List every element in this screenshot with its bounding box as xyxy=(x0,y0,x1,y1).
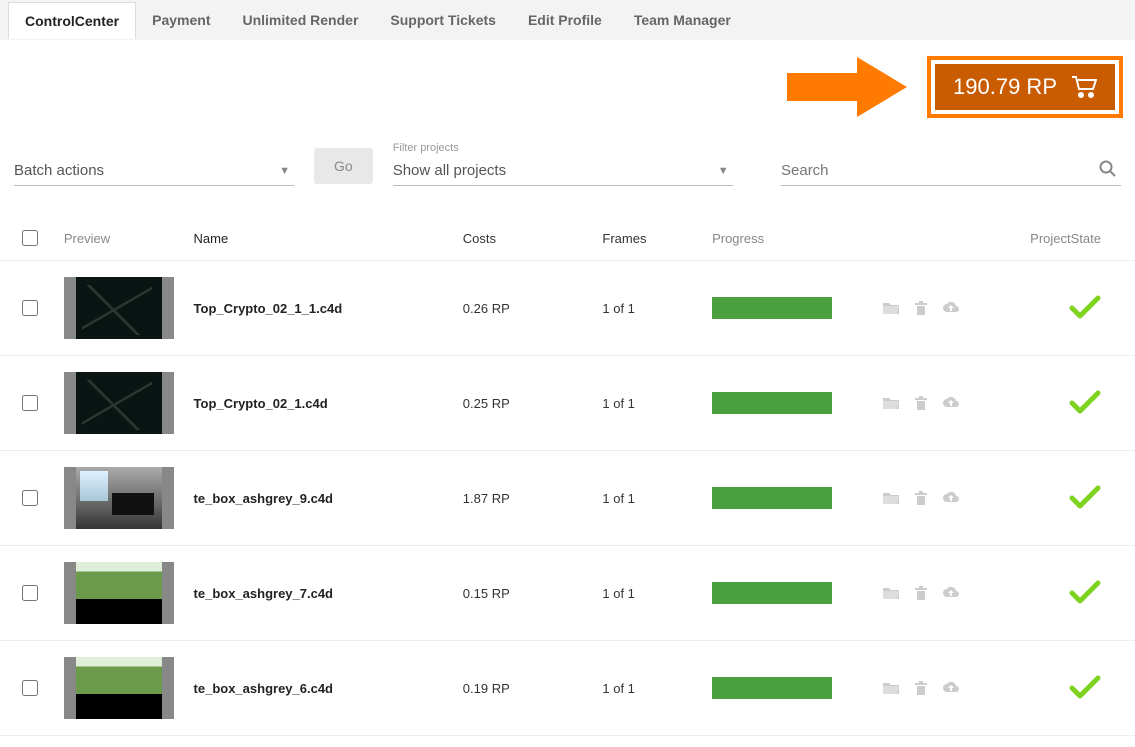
preview-thumbnail[interactable] xyxy=(64,467,174,529)
folder-icon[interactable] xyxy=(882,679,900,697)
row-checkbox[interactable] xyxy=(22,300,38,316)
project-costs: 1.87 RP xyxy=(463,491,603,506)
filter-caption: Filter projects xyxy=(393,142,733,154)
tab-edit-profile[interactable]: Edit Profile xyxy=(512,2,618,38)
folder-icon[interactable] xyxy=(882,584,900,602)
table-row: Top_Crypto_02_1.c4d0.25 RP1 of 1 xyxy=(0,356,1135,451)
project-costs: 0.15 RP xyxy=(463,586,603,601)
progress-bar xyxy=(712,677,832,699)
search-input[interactable] xyxy=(781,156,1121,186)
cloud-upload-icon[interactable] xyxy=(942,584,960,602)
project-state-done xyxy=(1001,389,1121,418)
project-costs: 0.25 RP xyxy=(463,396,603,411)
project-costs: 0.26 RP xyxy=(463,301,603,316)
table-header: Preview Name Costs Frames Progress Proje… xyxy=(0,216,1135,261)
go-button[interactable]: Go xyxy=(314,148,373,184)
progress-bar xyxy=(712,297,832,319)
folder-icon[interactable] xyxy=(882,394,900,412)
trash-icon[interactable] xyxy=(912,299,930,317)
project-frames: 1 of 1 xyxy=(602,681,712,696)
cloud-upload-icon[interactable] xyxy=(942,299,960,317)
tab-team-manager[interactable]: Team Manager xyxy=(618,2,747,38)
project-costs: 0.19 RP xyxy=(463,681,603,696)
project-frames: 1 of 1 xyxy=(602,396,712,411)
folder-icon[interactable] xyxy=(882,299,900,317)
project-frames: 1 of 1 xyxy=(602,301,712,316)
preview-thumbnail[interactable] xyxy=(64,277,174,339)
preview-thumbnail[interactable] xyxy=(64,562,174,624)
filter-row: Batch actions ▼ Go Filter projects Show … xyxy=(0,142,1135,216)
batch-actions-dropdown[interactable]: Batch actions ▼ xyxy=(14,156,294,186)
col-preview: Preview xyxy=(64,231,194,246)
col-name: Name xyxy=(194,231,463,246)
search-icon[interactable] xyxy=(1099,160,1117,181)
col-frames: Frames xyxy=(602,231,712,246)
filter-projects-value: Show all projects xyxy=(393,162,506,179)
batch-actions-label: Batch actions xyxy=(14,162,104,179)
row-checkbox[interactable] xyxy=(22,395,38,411)
project-state-done xyxy=(1001,674,1121,703)
balance-row: 190.79 RP xyxy=(0,40,1135,142)
cart-icon xyxy=(1071,76,1097,98)
project-name: Top_Crypto_02_1.c4d xyxy=(194,396,463,411)
col-state: ProjectState xyxy=(1001,231,1121,246)
chevron-down-icon: ▼ xyxy=(279,165,290,177)
col-costs: Costs xyxy=(463,231,603,246)
project-frames: 1 of 1 xyxy=(602,586,712,601)
filter-projects-group: Filter projects Show all projects ▼ xyxy=(393,142,733,186)
row-checkbox[interactable] xyxy=(22,680,38,696)
preview-thumbnail[interactable] xyxy=(64,657,174,719)
trash-icon[interactable] xyxy=(912,679,930,697)
project-name: te_box_ashgrey_6.c4d xyxy=(194,681,463,696)
preview-thumbnail[interactable] xyxy=(64,372,174,434)
table-row: te_box_ashgrey_7.c4d0.15 RP1 of 1 xyxy=(0,546,1135,641)
table-row: te_box_ashgrey_6.c4d0.19 RP1 of 1 xyxy=(0,641,1135,736)
tab-payment[interactable]: Payment xyxy=(136,2,226,38)
filter-projects-dropdown[interactable]: Show all projects ▼ xyxy=(393,156,733,186)
tab-unlimited-render[interactable]: Unlimited Render xyxy=(226,2,374,38)
trash-icon[interactable] xyxy=(912,394,930,412)
trash-icon[interactable] xyxy=(912,584,930,602)
row-checkbox[interactable] xyxy=(22,585,38,601)
balance-text: 190.79 RP xyxy=(953,74,1057,100)
progress-bar xyxy=(712,582,832,604)
balance-highlight-box: 190.79 RP xyxy=(927,56,1123,118)
tab-support-tickets[interactable]: Support Tickets xyxy=(374,2,512,38)
project-state-done xyxy=(1001,484,1121,513)
trash-icon[interactable] xyxy=(912,489,930,507)
table-body: Top_Crypto_02_1_1.c4d0.26 RP1 of 1Top_Cr… xyxy=(0,261,1135,736)
table-row: Top_Crypto_02_1_1.c4d0.26 RP1 of 1 xyxy=(0,261,1135,356)
folder-icon[interactable] xyxy=(882,489,900,507)
project-state-done xyxy=(1001,579,1121,608)
project-name: te_box_ashgrey_9.c4d xyxy=(194,491,463,506)
progress-bar xyxy=(712,392,832,414)
tab-controlcenter[interactable]: ControlCenter xyxy=(8,2,136,39)
search-group xyxy=(781,156,1121,186)
chevron-down-icon: ▼ xyxy=(718,165,729,177)
balance-button[interactable]: 190.79 RP xyxy=(935,64,1115,110)
cloud-upload-icon[interactable] xyxy=(942,394,960,412)
progress-bar xyxy=(712,487,832,509)
cloud-upload-icon[interactable] xyxy=(942,679,960,697)
batch-actions-group: Batch actions ▼ xyxy=(14,156,294,186)
projects-table: Preview Name Costs Frames Progress Proje… xyxy=(0,216,1135,736)
annotation-arrow xyxy=(787,57,907,117)
table-row: te_box_ashgrey_9.c4d1.87 RP1 of 1 xyxy=(0,451,1135,546)
project-name: te_box_ashgrey_7.c4d xyxy=(194,586,463,601)
col-progress: Progress xyxy=(712,231,882,246)
project-name: Top_Crypto_02_1_1.c4d xyxy=(194,301,463,316)
select-all-checkbox[interactable] xyxy=(22,230,38,246)
project-frames: 1 of 1 xyxy=(602,491,712,506)
cloud-upload-icon[interactable] xyxy=(942,489,960,507)
tabs-bar: ControlCenterPaymentUnlimited RenderSupp… xyxy=(0,0,1135,40)
row-checkbox[interactable] xyxy=(22,490,38,506)
project-state-done xyxy=(1001,294,1121,323)
